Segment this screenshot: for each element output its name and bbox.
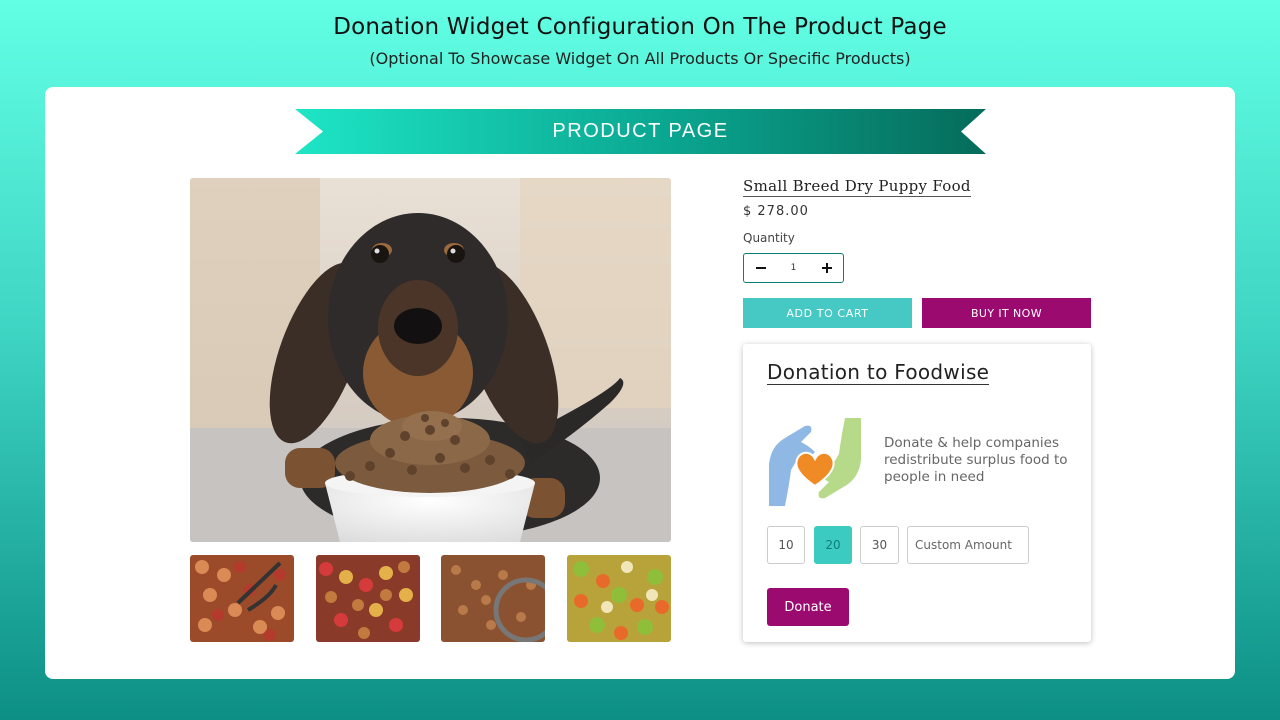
donation-description: Donate & help companies redistribute sur…: [884, 435, 1068, 485]
thumbnail-4[interactable]: [567, 555, 671, 642]
minus-icon[interactable]: [744, 254, 777, 282]
add-to-cart-button[interactable]: ADD TO CART: [743, 298, 912, 328]
product-page-banner: PRODUCT PAGE: [295, 109, 986, 154]
quantity-value[interactable]: 1: [777, 263, 810, 273]
product-page-card: PRODUCT PAGE Small Breed Dry Puppy Food …: [45, 87, 1235, 679]
amount-option-10[interactable]: 10: [767, 526, 805, 564]
donate-button[interactable]: Donate: [767, 588, 849, 626]
banner-label: PRODUCT PAGE: [552, 120, 729, 142]
quantity-stepper: 1: [743, 253, 844, 283]
quantity-label: Quantity: [743, 231, 795, 245]
page-heading: Donation Widget Configuration On The Pro…: [333, 14, 947, 40]
amount-option-20[interactable]: 20: [814, 526, 852, 564]
hands-holding-heart-icon: [767, 416, 863, 512]
product-price: $ 278.00: [743, 204, 809, 219]
main-product-image[interactable]: [190, 178, 671, 542]
thumbnail-3[interactable]: [441, 555, 545, 642]
plus-icon[interactable]: [810, 254, 843, 282]
donation-widget: Donation to Foodwise Donate & help compa…: [743, 344, 1091, 642]
custom-amount-input[interactable]: [907, 526, 1029, 564]
thumbnail-2[interactable]: [316, 555, 420, 642]
thumbnail-1[interactable]: [190, 555, 294, 642]
page-subheading: (Optional To Showcase Widget On All Prod…: [369, 49, 911, 68]
amount-option-30[interactable]: 30: [860, 526, 899, 564]
buy-it-now-button[interactable]: BUY IT NOW: [922, 298, 1091, 328]
donation-title: Donation to Foodwise: [767, 360, 990, 385]
product-title[interactable]: Small Breed Dry Puppy Food: [743, 177, 971, 197]
